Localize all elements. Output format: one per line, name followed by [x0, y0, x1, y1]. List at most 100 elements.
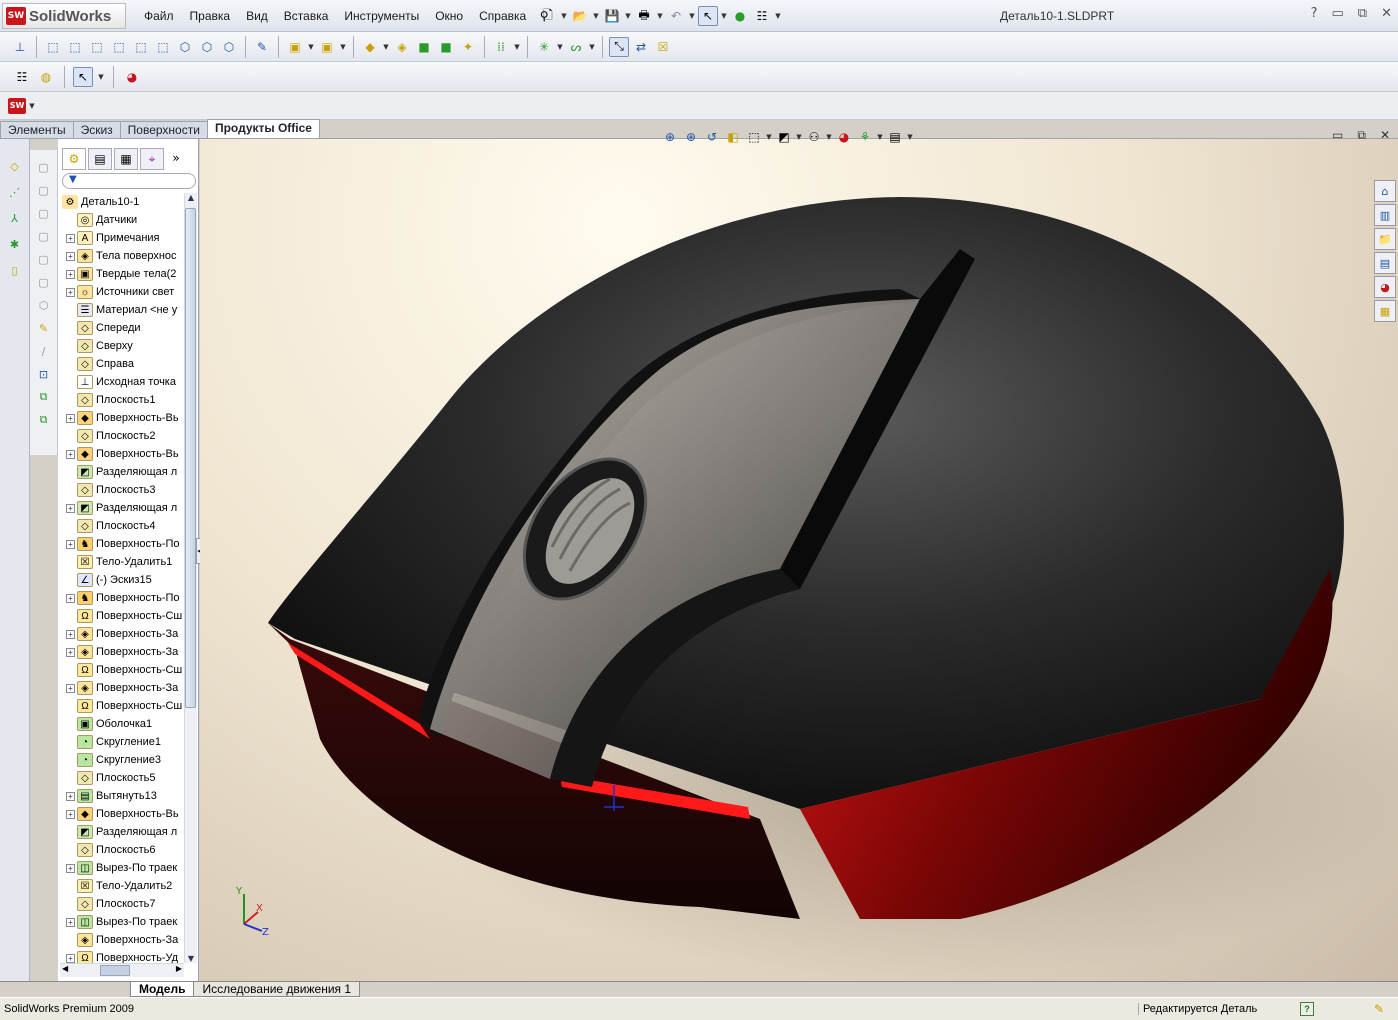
- coordinate-system-icon[interactable]: ⅄: [6, 209, 24, 227]
- expand-icon[interactable]: +: [66, 287, 75, 297]
- dimetric-view-icon[interactable]: ⬡: [219, 37, 239, 57]
- save-icon[interactable]: 💾: [602, 6, 622, 26]
- tree-item[interactable]: + ♞ Поверхность-По: [60, 589, 184, 607]
- tree-item[interactable]: + ◆ Поверхность-Вь: [60, 445, 184, 463]
- graphics-viewport[interactable]: Y X Z: [200, 139, 1398, 981]
- menu-help[interactable]: Справка: [471, 9, 534, 23]
- view-palette-icon[interactable]: ▤: [1374, 252, 1396, 274]
- zoom-to-fit-icon[interactable]: ⊕: [660, 127, 680, 147]
- tab-surfaces[interactable]: Поверхности: [119, 121, 208, 139]
- solidworks-logo[interactable]: SW SolidWorks: [2, 3, 126, 29]
- tree-item[interactable]: + ◫ Вырез-По траек: [60, 859, 184, 877]
- expand-icon[interactable]: +: [66, 809, 75, 819]
- tree-item[interactable]: ◔ Скругление3: [60, 751, 184, 769]
- tree-item[interactable]: ◇ Плоскость3: [60, 481, 184, 499]
- expand-icon[interactable]: +: [66, 503, 75, 513]
- property-manager-tab-icon[interactable]: ▤: [88, 148, 112, 170]
- extrude-boss-icon[interactable]: ◆: [360, 37, 380, 57]
- expand-icon[interactable]: +: [66, 647, 75, 657]
- tree-item[interactable]: ◇ Спереди: [60, 319, 184, 337]
- tree-item[interactable]: + ♞ Поверхность-По: [60, 535, 184, 553]
- appearance-icon[interactable]: ◕: [122, 67, 142, 87]
- tree-item[interactable]: + ◈ Поверхность-За: [60, 679, 184, 697]
- right-view-icon[interactable]: ⬚: [109, 37, 129, 57]
- save-dropdown-icon[interactable]: ▼: [624, 12, 632, 20]
- tree-item[interactable]: ☒ Тело-Удалить2: [60, 877, 184, 895]
- extrude-dropdown-icon[interactable]: ▼: [382, 43, 390, 51]
- assembly-icon[interactable]: ▣: [285, 37, 305, 57]
- display-style-dropdown-icon[interactable]: ▼: [795, 133, 803, 141]
- viewport-close-button[interactable]: ✕: [1380, 128, 1390, 143]
- close-button[interactable]: ✕: [1381, 6, 1392, 21]
- expand-tabs-icon[interactable]: »: [166, 148, 186, 168]
- part-icon[interactable]: ▣: [317, 37, 337, 57]
- assembly-dropdown-icon[interactable]: ▼: [307, 43, 315, 51]
- expand-icon[interactable]: +: [66, 449, 75, 459]
- section-view-icon[interactable]: ◧: [723, 127, 743, 147]
- menu-insert[interactable]: Вставка: [276, 9, 337, 23]
- scroll-left-icon[interactable]: ◀: [62, 964, 68, 973]
- open-folder-icon[interactable]: 📂: [570, 6, 590, 26]
- select-pointer-icon[interactable]: ↖: [698, 6, 718, 26]
- open-dropdown-icon[interactable]: ▼: [592, 12, 600, 20]
- view-settings-dropdown-icon[interactable]: ▼: [906, 133, 914, 141]
- tree-item[interactable]: + ◈ Поверхность-За: [60, 643, 184, 661]
- front-view-icon[interactable]: ⬚: [43, 37, 63, 57]
- edit-appearance-icon[interactable]: ◕: [834, 127, 854, 147]
- tree-item[interactable]: ◇ Сверху: [60, 337, 184, 355]
- menu-window[interactable]: Окно: [427, 9, 471, 23]
- tree-horizontal-scrollbar[interactable]: ◀ ▶: [60, 963, 184, 977]
- display-style-icon[interactable]: ◩: [774, 127, 794, 147]
- tree-item[interactable]: ◎ Датчики: [60, 211, 184, 229]
- tree-item[interactable]: ◔ Скругление1: [60, 733, 184, 751]
- view-iso-icon[interactable]: ⬡: [35, 296, 53, 314]
- menu-view[interactable]: Вид: [238, 9, 276, 23]
- scroll-right-icon[interactable]: ▶: [176, 964, 182, 973]
- view-top-icon[interactable]: ▢: [35, 250, 53, 268]
- materials-icon[interactable]: ◍: [36, 67, 56, 87]
- tree-item[interactable]: ▣ Оболочка1: [60, 715, 184, 733]
- tree-item[interactable]: ◇ Справа: [60, 355, 184, 373]
- tab-features[interactable]: Элементы: [0, 121, 74, 139]
- print-dropdown-icon[interactable]: ▼: [656, 12, 664, 20]
- tree-item[interactable]: + ▣ Твердые тела(2: [60, 265, 184, 283]
- plane-tool-icon[interactable]: ◇: [6, 157, 24, 175]
- tab-model[interactable]: Модель: [130, 982, 195, 997]
- hide-show-items-icon[interactable]: ⚇: [804, 127, 824, 147]
- part-dropdown-icon[interactable]: ▼: [339, 43, 347, 51]
- expand-icon[interactable]: +: [66, 269, 75, 279]
- options-icon[interactable]: ☷: [752, 6, 772, 26]
- normal-to-icon[interactable]: ⊥: [10, 37, 30, 57]
- scene-dropdown-icon[interactable]: ▼: [876, 133, 884, 141]
- relations-icon[interactable]: ⊡: [35, 365, 53, 383]
- apply-scene-icon[interactable]: ⚘: [855, 127, 875, 147]
- tab-sketch[interactable]: Эскиз: [72, 121, 121, 139]
- expand-icon[interactable]: +: [66, 539, 75, 549]
- tree-item[interactable]: ◇ Плоскость7: [60, 895, 184, 913]
- tree-item[interactable]: + ◫ Вырез-По траек: [60, 913, 184, 931]
- help-button[interactable]: ?: [1311, 6, 1318, 21]
- expand-icon[interactable]: +: [66, 413, 75, 423]
- point-tool-icon[interactable]: ✱: [6, 235, 24, 253]
- tree-item[interactable]: + ◩ Разделяющая л: [60, 499, 184, 517]
- sketch-edit-icon[interactable]: ✎: [35, 319, 53, 337]
- select-dropdown-icon[interactable]: ▼: [720, 12, 728, 20]
- expand-icon[interactable]: +: [66, 251, 75, 261]
- tree-item[interactable]: + ◆ Поверхность-Вь: [60, 805, 184, 823]
- expand-icon[interactable]: +: [66, 917, 75, 927]
- print-icon[interactable]: 🖶: [634, 6, 654, 26]
- expand-icon[interactable]: +: [66, 683, 75, 693]
- tree-item[interactable]: + ◆ Поверхность-Вь: [60, 409, 184, 427]
- tree-scroll-thumb[interactable]: [185, 208, 196, 708]
- measure-icon[interactable]: ✎: [252, 37, 272, 57]
- back-view-icon[interactable]: ⬚: [65, 37, 85, 57]
- configuration-tab-icon[interactable]: ▦: [114, 148, 138, 170]
- curves-dropdown-icon[interactable]: ▼: [588, 43, 596, 51]
- reference-dropdown-icon[interactable]: ▼: [556, 43, 564, 51]
- tree-root-part[interactable]: ⚙ Деталь10-1: [60, 193, 184, 211]
- new-dropdown-icon[interactable]: ▼: [560, 12, 568, 20]
- tree-item[interactable]: ☰ Материал <не у: [60, 301, 184, 319]
- isometric-view-icon[interactable]: ⬡: [175, 37, 195, 57]
- tree-item[interactable]: + ▤ Вытянуть13: [60, 787, 184, 805]
- addin-dropdown-icon[interactable]: ▼: [28, 102, 36, 110]
